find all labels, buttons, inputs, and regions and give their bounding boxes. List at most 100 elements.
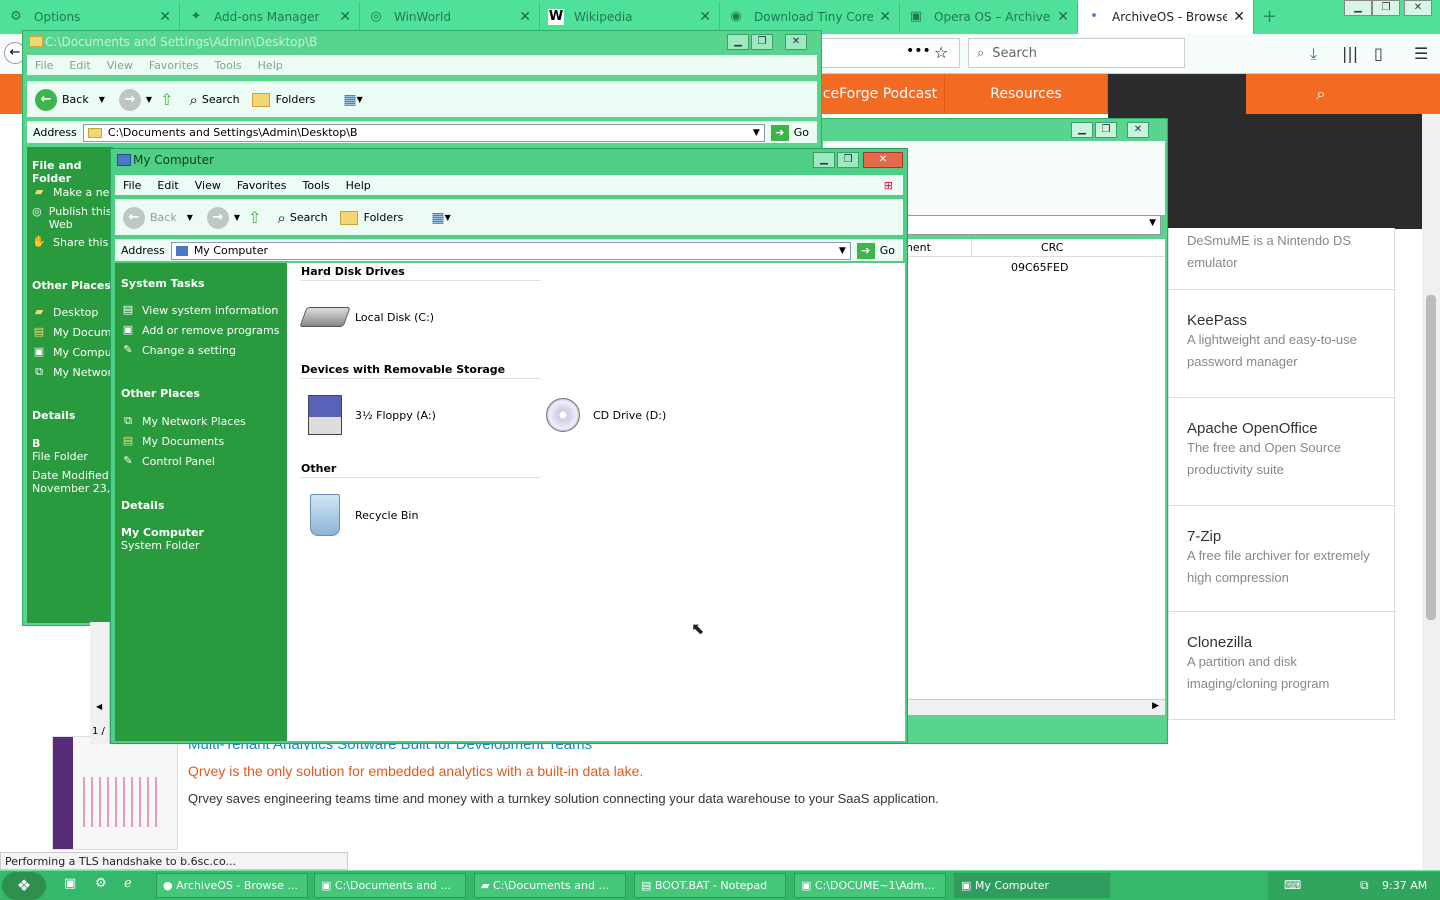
close-button[interactable]: ✕: [1127, 122, 1149, 138]
folders-button[interactable]: Folders: [339, 210, 403, 225]
menu-tools[interactable]: Tools: [207, 59, 250, 72]
star-icon[interactable]: ☆: [934, 43, 948, 62]
minimize-button[interactable]: ▁: [1071, 122, 1093, 138]
chevron-down-icon[interactable]: ▼: [753, 128, 760, 138]
tab-winworld[interactable]: ◎ WinWorld ✕: [360, 2, 540, 32]
forward-button[interactable]: → ▼: [118, 88, 152, 111]
task-change-setting[interactable]: ✎ Change a setting: [121, 343, 236, 357]
tab-addons[interactable]: ✦ Add-ons Manager ✕: [180, 2, 360, 32]
tab-options[interactable]: ⚙ Options ✕: [0, 2, 180, 32]
search-button[interactable]: ⌕ Search: [277, 209, 327, 227]
close-button[interactable]: ✕: [785, 34, 807, 50]
menu-favorites[interactable]: Favorites: [141, 59, 207, 72]
close-icon[interactable]: ✕: [159, 9, 171, 25]
close-icon[interactable]: ✕: [1233, 9, 1245, 25]
drive-cd-d[interactable]: CD Drive (D:): [539, 393, 666, 437]
close-button[interactable]: ✕: [1404, 0, 1432, 16]
search-icon[interactable]: ⌕: [1246, 74, 1396, 114]
taskbar-item-docume[interactable]: ▣ C:\DOCUME~1\Adm...: [794, 873, 946, 898]
ie-icon[interactable]: ℯ: [124, 876, 132, 891]
close-icon[interactable]: ✕: [519, 9, 531, 25]
minimize-button[interactable]: ▁: [727, 34, 749, 50]
place-my-computer[interactable]: ▣ My Comput: [32, 345, 116, 359]
place-my-documents[interactable]: ▤ My Docume: [32, 325, 118, 339]
download-icon[interactable]: ⤓: [1310, 44, 1317, 64]
menu-view[interactable]: View: [187, 179, 229, 192]
clock[interactable]: 9:37 AM: [1382, 879, 1427, 892]
sidebar-icon[interactable]: ▯: [1374, 44, 1383, 63]
ad-subtitle[interactable]: Qrvey is the only solution for embedded …: [188, 763, 643, 779]
chevron-down-icon[interactable]: ▼: [146, 95, 152, 104]
menu-tools[interactable]: Tools: [295, 179, 338, 192]
minimize-button[interactable]: ▁: [813, 152, 835, 168]
task-view-system-info[interactable]: ▤ View system information: [121, 303, 279, 317]
nav-resources[interactable]: Resources: [944, 74, 1108, 114]
list-item[interactable]: Clonezilla A partition and disk imaging/c…: [1169, 612, 1396, 720]
list-item[interactable]: 7-Zip A free file archiver for extremely …: [1169, 506, 1396, 612]
place-my-network-places[interactable]: ⧉ My Network Places: [121, 414, 246, 428]
list-item[interactable]: DeSmuME is a Nintendo DS emulator: [1169, 228, 1396, 290]
up-folder-button[interactable]: ⇧: [160, 90, 173, 109]
keyboard-icon[interactable]: ⌨: [1284, 878, 1301, 892]
place-my-network[interactable]: ⧉ My Networ: [32, 365, 112, 379]
views-button[interactable]: ▦ ▼: [343, 92, 362, 108]
task-make-folder[interactable]: ▰ Make a new: [32, 185, 119, 199]
minimize-button[interactable]: ▁: [1344, 0, 1372, 16]
browser-search-input[interactable]: ⌕ Search: [968, 38, 1185, 68]
back-button[interactable]: ← Back ▼: [35, 88, 105, 111]
list-item[interactable]: Apache OpenOffice The free and Open Sourc…: [1169, 398, 1396, 506]
chevron-down-icon[interactable]: ▼: [839, 246, 846, 256]
desktop-icon[interactable]: ▣: [64, 876, 76, 891]
start-button[interactable]: ❖: [2, 872, 46, 900]
chevron-down-icon[interactable]: ▼: [187, 213, 193, 222]
taskbar-item-explorer[interactable]: ▰ C:\Documents and ...: [474, 873, 626, 898]
more-icon[interactable]: •••: [906, 43, 931, 59]
menu-file[interactable]: File: [115, 179, 149, 192]
task-add-remove-programs[interactable]: ▣ Add or remove programs: [121, 323, 280, 337]
list-item[interactable]: KeePass A lightweight and easy-to-use pas…: [1169, 290, 1396, 398]
close-icon[interactable]: ✕: [339, 9, 351, 25]
forward-button[interactable]: → ▼: [206, 206, 240, 229]
menu-edit[interactable]: Edit: [61, 59, 98, 72]
close-icon[interactable]: ✕: [1057, 9, 1069, 25]
task-share[interactable]: ✋ Share this f: [32, 235, 116, 249]
maximize-button[interactable]: ❐: [1095, 122, 1117, 138]
chevron-down-icon[interactable]: ▼: [1149, 218, 1156, 228]
task-publish[interactable]: ◎ Publish this Web: [32, 205, 112, 231]
taskbar-item-notepad[interactable]: ▤ BOOT.BAT - Notepad: [634, 873, 786, 898]
scroll-left-icon[interactable]: ◀: [96, 702, 102, 711]
menu-favorites[interactable]: Favorites: [229, 179, 295, 192]
new-tab-icon[interactable]: +: [1262, 6, 1277, 27]
chevron-down-icon[interactable]: ▼: [99, 95, 105, 104]
up-folder-button[interactable]: ⇧: [248, 208, 261, 227]
maximize-button[interactable]: ❐: [1372, 0, 1400, 16]
media-icon[interactable]: ⚙: [95, 876, 107, 891]
close-icon[interactable]: ✕: [699, 9, 711, 25]
taskbar-item-7zip[interactable]: ▣ C:\Documents and ...: [314, 873, 466, 898]
place-my-documents[interactable]: ▤ My Documents: [121, 434, 224, 448]
library-icon[interactable]: |||: [1342, 44, 1358, 63]
tab-opera-os[interactable]: ▣Opera OS – ArchiveOS✕: [900, 2, 1078, 32]
maximize-button[interactable]: ❐: [751, 34, 773, 50]
network-icon[interactable]: ⧉: [1360, 878, 1369, 893]
recycle-bin[interactable]: Recycle Bin: [301, 493, 418, 537]
nav-podcast[interactable]: ceForge Podcast: [820, 74, 940, 114]
scrollbar-thumb[interactable]: [1426, 295, 1436, 620]
menu-edit[interactable]: Edit: [149, 179, 186, 192]
place-control-panel[interactable]: ✎ Control Panel: [121, 454, 215, 468]
menu-file[interactable]: File: [27, 59, 61, 72]
views-button[interactable]: ▦ ▼: [431, 210, 450, 226]
taskbar-item-my-computer[interactable]: ▣ My Computer: [954, 873, 1110, 898]
close-button[interactable]: ✕: [863, 152, 903, 168]
folders-button[interactable]: Folders: [251, 92, 315, 107]
scroll-right-icon[interactable]: ▶: [1152, 701, 1159, 711]
menu-view[interactable]: View: [99, 59, 141, 72]
ad-thumbnail[interactable]: [52, 736, 178, 850]
maximize-button[interactable]: ❐: [837, 152, 859, 168]
go-button[interactable]: ➔ Go: [856, 242, 895, 259]
search-button[interactable]: ⌕ Search: [189, 91, 239, 109]
menu-help[interactable]: Help: [338, 179, 379, 192]
address-input[interactable]: C:\Documents and Settings\Admin\Desktop\…: [82, 123, 765, 142]
menu-icon[interactable]: ☰: [1414, 44, 1428, 63]
back-button[interactable]: ← Back ▼: [123, 206, 193, 229]
